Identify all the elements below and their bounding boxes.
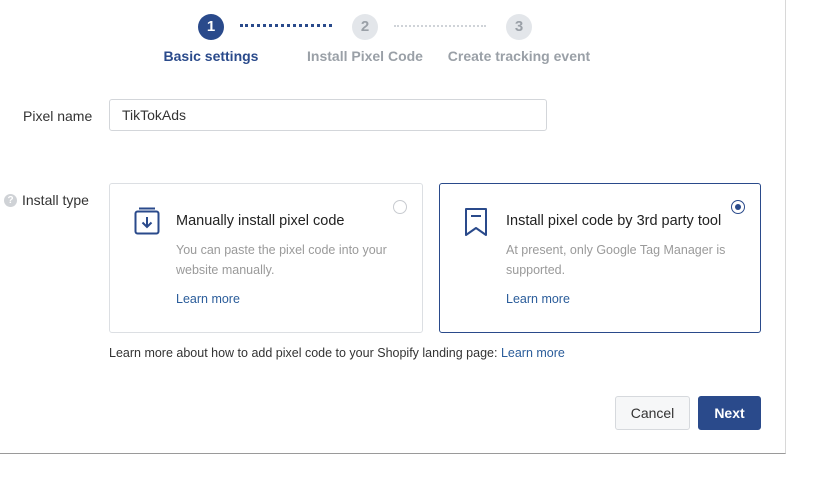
step-3-indicator: 3 bbox=[506, 14, 532, 40]
step-1-label: Basic settings bbox=[163, 48, 259, 64]
shopify-learn-more-link[interactable]: Learn more bbox=[501, 346, 565, 360]
manual-install-title: Manually install pixel code bbox=[176, 213, 345, 229]
shopify-help-text: Learn more about how to add pixel code t… bbox=[109, 346, 501, 360]
download-box-icon bbox=[134, 207, 160, 240]
pixel-name-input[interactable] bbox=[109, 99, 547, 131]
step-2-label: Install Pixel Code bbox=[307, 48, 423, 64]
shopify-help-note: Learn more about how to add pixel code t… bbox=[109, 346, 565, 360]
step-2-indicator: 2 bbox=[352, 14, 378, 40]
install-type-label: Install type bbox=[22, 192, 89, 208]
step-1-indicator: 1 bbox=[198, 14, 224, 40]
manual-install-learn-more-link[interactable]: Learn more bbox=[176, 292, 240, 306]
manual-install-radio[interactable] bbox=[393, 200, 407, 214]
question-icon[interactable]: ? bbox=[4, 194, 17, 207]
next-button[interactable]: Next bbox=[698, 396, 761, 430]
pixel-name-label: Pixel name bbox=[23, 108, 93, 124]
third-party-install-title: Install pixel code by 3rd party tool bbox=[506, 213, 722, 229]
third-party-install-option[interactable]: Install pixel code by 3rd party tool At … bbox=[439, 183, 761, 333]
third-party-install-description: At present, only Google Tag Manager is s… bbox=[506, 243, 726, 277]
bookmark-icon bbox=[464, 207, 488, 242]
step-connector-2 bbox=[394, 25, 486, 27]
manual-install-option[interactable]: Manually install pixel code You can past… bbox=[109, 183, 423, 333]
third-party-install-learn-more-link[interactable]: Learn more bbox=[506, 292, 570, 306]
cancel-button[interactable]: Cancel bbox=[615, 396, 690, 430]
third-party-install-radio[interactable] bbox=[731, 200, 745, 214]
step-connector-1 bbox=[240, 24, 332, 27]
pixel-setup-dialog: 1 2 3 Basic settings Install Pixel Code … bbox=[0, 0, 786, 454]
manual-install-description: You can paste the pixel code into your w… bbox=[176, 243, 387, 277]
step-3-label: Create tracking event bbox=[447, 48, 591, 64]
